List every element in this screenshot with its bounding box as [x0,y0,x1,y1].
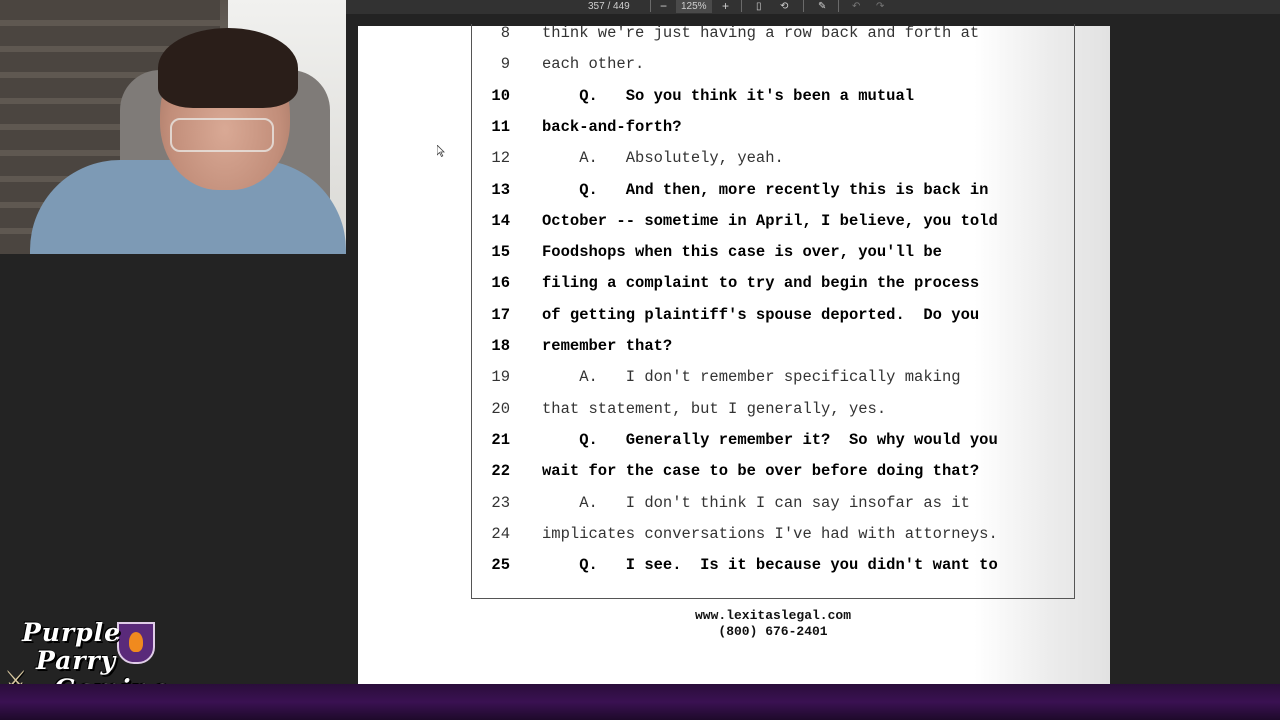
line-text: A. Absolutely, yeah. [542,149,784,168]
zoom-level-field[interactable]: 125% [676,0,712,13]
transcript-line: 10 Q. So you think it's been a mutual [472,87,1072,118]
toolbar-divider [803,0,804,12]
transcript-line: 22 wait for the case to be over before do… [472,462,1072,493]
line-text: A. I don't think I can say insofar as it [542,493,970,512]
person-hair [158,28,298,108]
line-number: 10 [491,86,510,105]
toolbar-divider [741,0,742,12]
flame-shield-icon [117,622,155,664]
line-number: 18 [491,337,510,355]
footer-website: www.lexitaslegal.com [694,608,852,623]
transcript-line: 12 A. Absolutely, yeah. [472,149,1072,180]
transcript-line: 8 think we're just having a row back and … [472,24,1072,55]
line-text: wait for the case to be over before doin… [542,462,980,481]
toolbar-divider [650,0,651,12]
transcript-line: 14 October -- sometime in April, I believ… [472,212,1072,243]
transcript-line: 25 Q. I see. Is it because you didn't wa… [472,556,1072,587]
zoom-in-button[interactable]: + [722,0,729,13]
line-number: 15 [491,243,510,262]
transcript-box: 8 think we're just having a row back and … [471,24,1075,599]
line-number: 21 [491,430,510,449]
toolbar-divider [838,0,839,12]
line-text: remember that? [542,337,673,355]
line-text: A. I don't remember specifically making [542,368,961,387]
logo-line-1: Purple [22,618,122,647]
page-indicator[interactable]: 357 / 449 [588,0,630,13]
arrow-cursor-icon [436,144,445,160]
transcript-line: 18 remember that? [472,337,1072,368]
line-number: 17 [491,305,510,324]
line-number: 11 [491,117,510,136]
line-text: implicates conversations I've had with a… [542,524,998,543]
line-text: think we're just having a row back and f… [542,24,980,42]
transcript-line: 16 filing a complaint to try and begin th… [472,274,1072,305]
line-number: 12 [491,149,510,168]
flame-icon [129,632,143,652]
transcript-line: 17 of getting plaintiff's spouse deported… [472,306,1072,337]
line-number: 19 [491,368,510,387]
line-number: 22 [491,462,510,481]
zoom-out-button[interactable]: − [660,0,667,13]
line-text: October -- sometime in April, I believe,… [542,211,998,230]
line-number: 13 [491,180,510,199]
line-text: that statement, but I generally, yes. [542,399,887,418]
line-text: back-and-forth? [542,117,682,136]
redo-icon[interactable]: ↷ [876,0,884,13]
transcript-line: 13 Q. And then, more recently this is ba… [472,181,1072,212]
fit-page-icon[interactable]: ▯ [756,0,762,13]
stream-bottom-bar [0,684,1280,720]
transcript-line: 20 that statement, but I generally, yes. [472,400,1072,431]
transcript-line: 23 A. I don't think I can say insofar as… [472,494,1072,525]
line-text: Q. And then, more recently this is back … [542,180,989,199]
line-text: Q. I see. Is it because you didn't want … [542,556,998,575]
line-text: Foodshops when this case is over, you'll… [542,243,942,262]
line-number: 8 [500,24,510,42]
line-text: each other. [542,55,645,74]
line-text: of getting plaintiff's spouse deported. … [542,305,980,324]
transcript-line: 21 Q. Generally remember it? So why woul… [472,431,1072,462]
line-number: 20 [491,399,510,418]
transcript-line: 9 each other. [472,55,1072,86]
line-number: 16 [491,274,510,293]
transcript-line: 24 implicates conversations I've had with… [472,525,1072,556]
undo-icon[interactable]: ↶ [852,0,860,13]
person-glasses [170,118,274,152]
logo-line-2: Parry [36,646,117,675]
footer-phone: (800) 676-2401 [718,624,828,639]
line-text: Q. So you think it's been a mutual [542,86,915,105]
transcript-line: 11 back-and-forth? [472,118,1072,149]
line-number: 24 [491,524,510,543]
transcript-line: 15 Foodshops when this case is over, you'… [472,243,1072,274]
line-text: filing a complaint to try and begin the … [542,274,980,293]
draw-icon[interactable]: ✎ [818,0,826,13]
pdf-toolbar: 357 / 449 − 125% + ▯ ⟲ ✎ ↶ ↷ [346,0,1280,14]
transcript-line: 19 A. I don't remember specifically maki… [472,368,1072,399]
line-number: 14 [491,211,510,230]
line-number: 9 [500,55,510,74]
line-number: 25 [491,556,510,575]
rotate-icon[interactable]: ⟲ [780,0,788,13]
line-text: Q. Generally remember it? So why would y… [542,430,998,449]
webcam-overlay [0,0,346,254]
pdf-page: 8 think we're just having a row back and … [358,24,1110,684]
line-number: 23 [491,493,510,512]
